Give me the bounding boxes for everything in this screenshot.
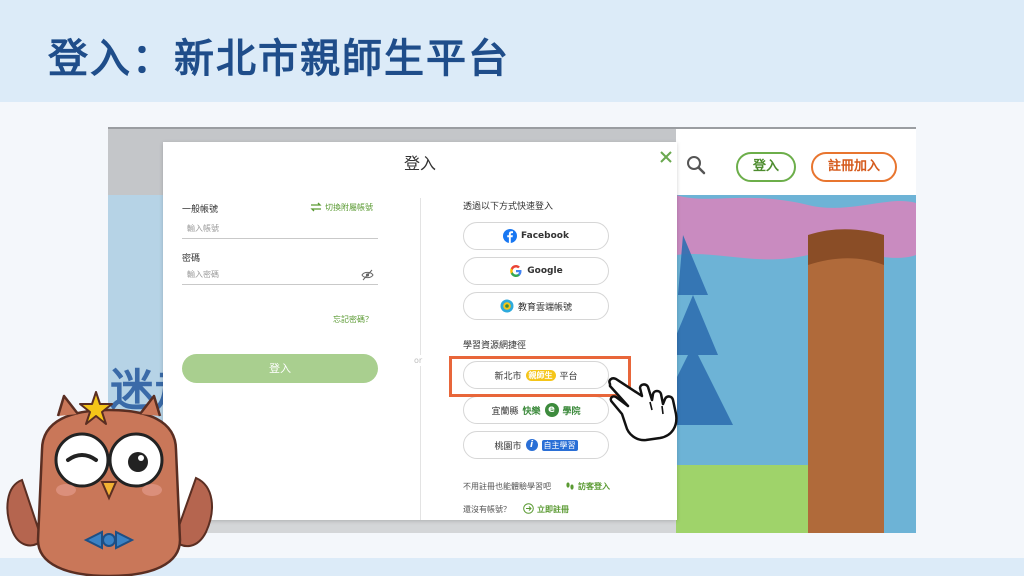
google-label: Google (527, 266, 563, 276)
account-input-underline (182, 238, 378, 239)
site-login-button[interactable]: 登入 (736, 152, 796, 182)
taoyuan-learning-button[interactable]: 桃園市 i 自主學習 (463, 431, 609, 459)
login-button[interactable]: 登入 (182, 354, 378, 383)
login-modal: 登入 一般帳號 切換附屬帳號 輸入帳號 密碼 輸入密碼 忘記密碼？ 登入 or … (163, 142, 677, 520)
highlight-box (449, 356, 631, 397)
site-register-button[interactable]: 註冊加入 (811, 152, 897, 182)
account-label: 一般帳號 (182, 205, 219, 215)
yilan-prefix: 宜蘭縣 (491, 406, 519, 417)
facebook-login-button[interactable]: Facebook (463, 222, 609, 250)
search-icon[interactable] (686, 155, 706, 175)
owl-mascot-illustration (6, 391, 213, 576)
arrow-circle-icon (523, 503, 534, 514)
close-icon[interactable] (659, 150, 673, 164)
e-logo-icon: e (544, 403, 559, 417)
account-input[interactable]: 輸入帳號 (187, 223, 219, 234)
edu-cloud-icon (500, 299, 514, 313)
shortcut-label: 學習資源網捷徑 (463, 341, 527, 351)
pointing-hand-icon (608, 377, 678, 442)
switch-account-link[interactable]: 切換附屬帳號 (325, 202, 373, 213)
facebook-label: Facebook (521, 231, 569, 241)
taoyuan-box: 自主學習 (541, 439, 578, 451)
yilan-suffix: 學院 (562, 406, 581, 417)
yilan-word: 快樂 (522, 406, 541, 417)
no-account-text: 還沒有帳號？ (463, 505, 511, 514)
i-logo-icon: i (525, 439, 538, 451)
edu-cloud-label: 教育雲端帳號 (517, 302, 572, 313)
modal-title: 登入 (403, 154, 436, 173)
slide-title: 登入：新北市親師生平台 (48, 36, 510, 82)
footprints-icon (566, 482, 574, 490)
password-label: 密碼 (182, 254, 201, 264)
facebook-icon (503, 229, 518, 243)
password-input[interactable]: 輸入密碼 (187, 269, 219, 280)
eye-slash-icon[interactable] (361, 269, 374, 281)
forgot-password-link[interactable]: 忘記密碼？ (333, 314, 373, 325)
google-icon (510, 265, 522, 277)
password-input-underline (182, 284, 378, 285)
guest-login-link[interactable]: 訪客登入 (578, 481, 610, 492)
guest-text: 不用註冊也能體驗學習吧 (463, 482, 551, 491)
taoyuan-prefix: 桃園市 (494, 441, 522, 452)
switch-icon[interactable] (310, 202, 322, 212)
quick-login-label: 透過以下方式快速登入 (463, 202, 554, 212)
edu-cloud-login-button[interactable]: 教育雲端帳號 (463, 292, 609, 320)
yilan-academy-button[interactable]: 宜蘭縣 快樂 e 學院 (463, 396, 609, 424)
register-now-link[interactable]: 立即註冊 (537, 504, 569, 515)
google-login-button[interactable]: Google (463, 257, 609, 285)
or-separator: or (414, 355, 423, 366)
